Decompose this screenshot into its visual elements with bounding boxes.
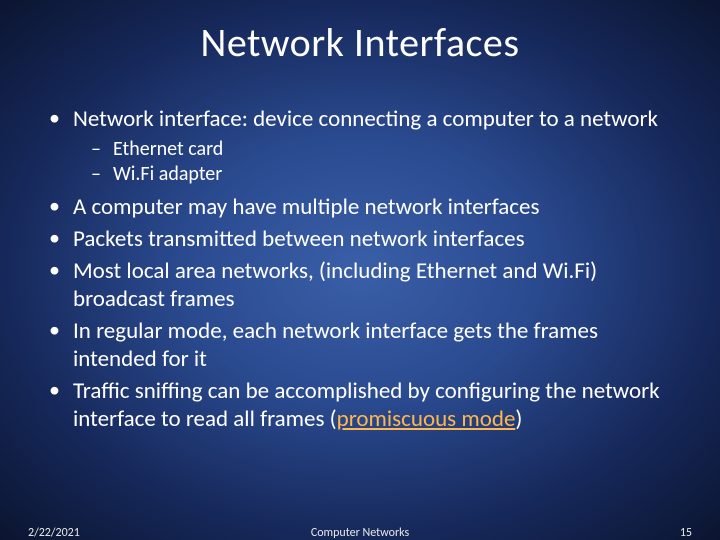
bullet-item: Network interface: device connecting a c… — [35, 105, 685, 187]
slide-title: Network Interfaces — [35, 18, 685, 67]
bullet-item: In regular mode, each network interface … — [35, 317, 685, 373]
footer-page-number: 15 — [680, 526, 692, 540]
bullet-item: A computer may have multiple network int… — [35, 193, 685, 221]
bullet-text-post: ) — [515, 405, 522, 433]
promiscuous-mode-link[interactable]: promiscuous mode — [337, 405, 516, 433]
bullet-item: Most local area networks, (including Eth… — [35, 257, 685, 313]
bullet-text: Network interface: device connecting a c… — [73, 105, 658, 133]
slide: Network Interfaces Network interface: de… — [0, 0, 720, 540]
sub-bullet-item: Ethernet card — [73, 137, 685, 162]
bullet-list-level1: Network interface: device connecting a c… — [35, 105, 685, 433]
slide-content: Network interface: device connecting a c… — [35, 105, 685, 433]
footer-title: Computer Networks — [0, 526, 720, 540]
bullet-list-level2: Ethernet card Wi.Fi adapter — [73, 137, 685, 187]
bullet-item: Traffic sniffing can be accomplished by … — [35, 377, 685, 433]
sub-bullet-item: Wi.Fi adapter — [73, 162, 685, 187]
bullet-item: Packets transmitted between network inte… — [35, 225, 685, 253]
